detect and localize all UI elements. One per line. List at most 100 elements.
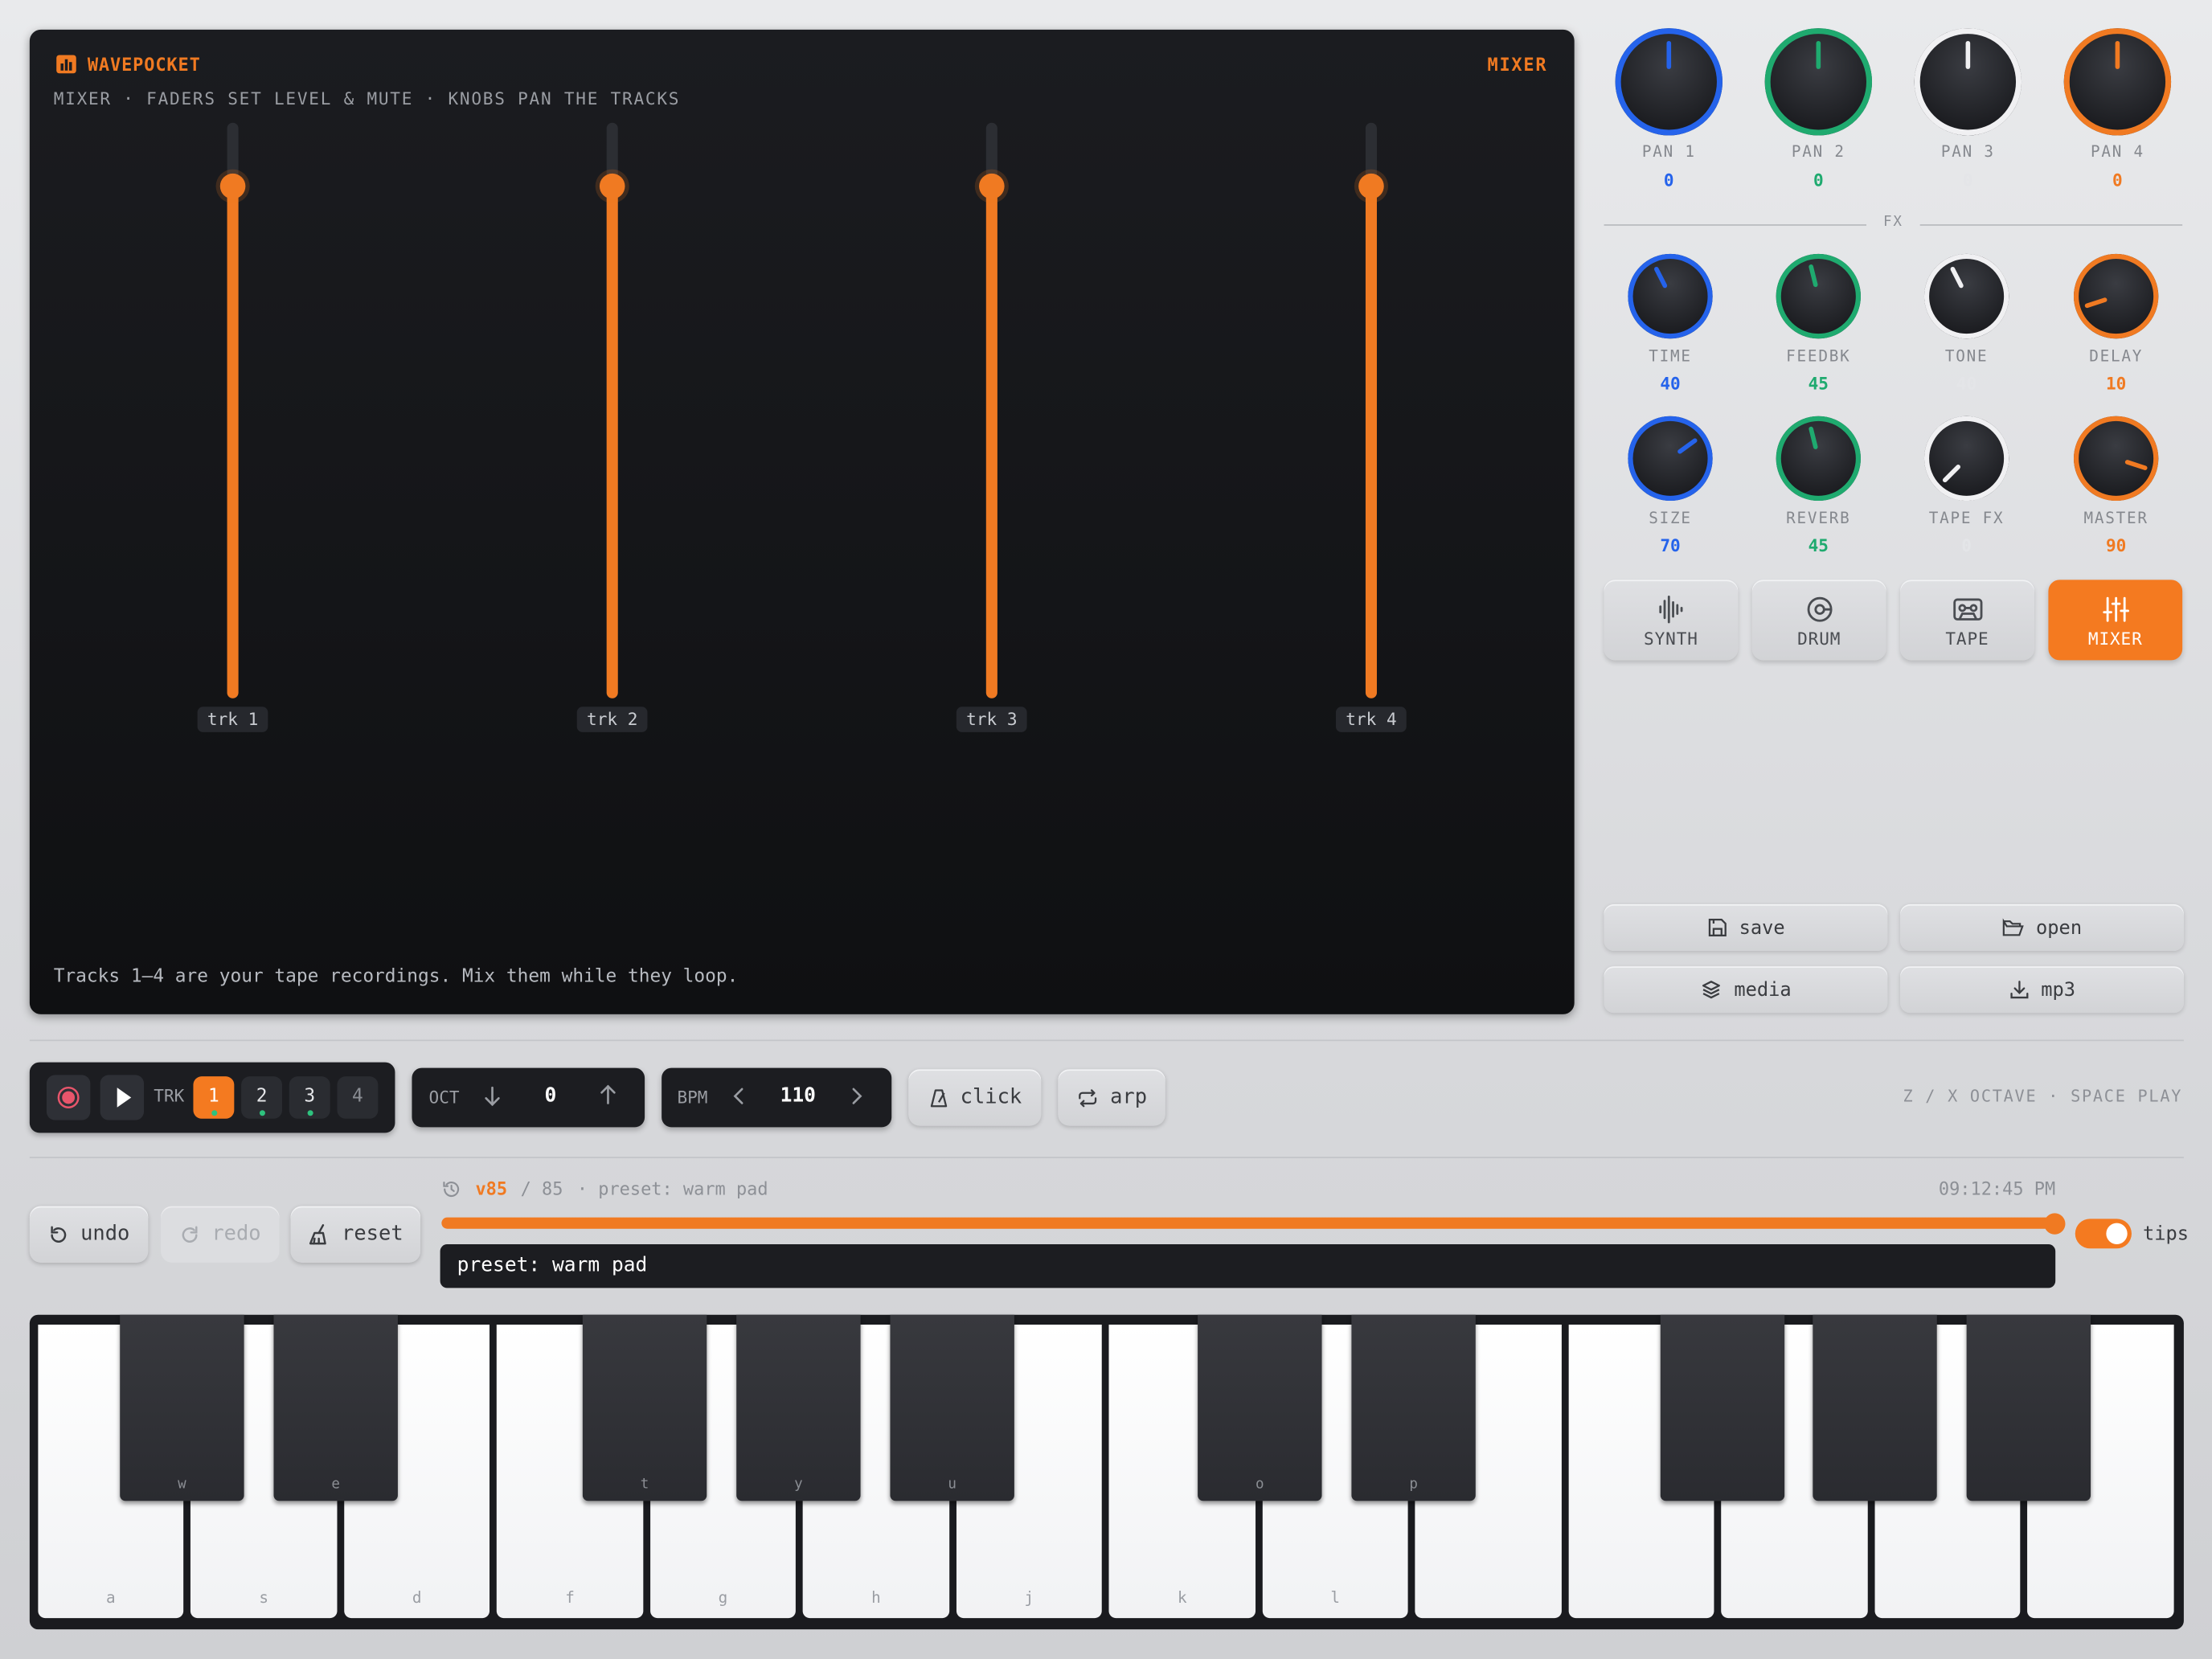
recorded-dot <box>259 1110 265 1116</box>
version-info: v85 / 85 · preset: warm pad 09:12:45 PM <box>441 1178 2055 1201</box>
knob-dial[interactable] <box>1776 416 1861 502</box>
mode-tape-button[interactable]: TAPE <box>1900 580 2034 661</box>
knob-label: TONE <box>1944 346 1989 366</box>
knob-value: 0 <box>2112 170 2123 190</box>
mode-synth-button[interactable]: SYNTH <box>1604 580 1739 661</box>
black-key[interactable]: p <box>1351 1314 1476 1501</box>
mp3-export-button[interactable]: mp3 <box>1900 966 2184 1014</box>
black-key[interactable]: e <box>273 1314 398 1501</box>
knob-label: SIZE <box>1649 509 1692 528</box>
fader-track-3[interactable]: trk 3 <box>956 122 1027 732</box>
app-window: WAVEPOCKET MIXER MIXER · FADERS SET LEVE… <box>0 0 2212 1659</box>
knob-dial[interactable] <box>1615 28 1722 136</box>
reset-button[interactable]: reset <box>290 1206 421 1263</box>
history-thumb[interactable] <box>2044 1213 2066 1235</box>
track-3-button[interactable]: 3 <box>289 1076 330 1119</box>
undo-label: undo <box>80 1223 130 1246</box>
black-key[interactable] <box>1966 1314 2091 1501</box>
fx-label: FX <box>1883 214 1903 231</box>
mode-mixer-button[interactable]: MIXER <box>2048 580 2183 661</box>
tips-label: tips <box>2143 1222 2189 1245</box>
track-2-button[interactable]: 2 <box>241 1076 283 1119</box>
black-key[interactable]: w <box>120 1314 244 1501</box>
reset-label: reset <box>342 1223 403 1246</box>
knob-label: REVERB <box>1786 509 1851 528</box>
history-track <box>441 1217 2056 1229</box>
knob-dial[interactable] <box>1628 416 1713 502</box>
track-label: TRK <box>154 1086 185 1106</box>
play-icon <box>117 1088 132 1108</box>
media-button[interactable]: media <box>1604 966 1888 1014</box>
record-button[interactable] <box>46 1075 91 1120</box>
fader-thumb[interactable] <box>219 173 246 199</box>
fader-thumb[interactable] <box>599 173 625 199</box>
arp-button[interactable]: arp <box>1058 1069 1165 1126</box>
octave-down-button[interactable] <box>481 1085 503 1108</box>
broom-icon <box>309 1224 327 1245</box>
bpm-decrease-button[interactable] <box>729 1085 749 1108</box>
knob-dial[interactable] <box>2074 253 2159 339</box>
knob-value: 45 <box>1808 535 1829 556</box>
mode-drum-button[interactable]: DRUM <box>1751 580 1886 661</box>
knob-dial[interactable] <box>1764 28 1873 136</box>
knob-dial[interactable] <box>1914 28 2022 136</box>
black-key[interactable]: t <box>582 1314 707 1501</box>
play-button[interactable] <box>100 1075 145 1120</box>
brand: WAVEPOCKET <box>56 54 200 75</box>
divider <box>29 1157 2184 1158</box>
knob-label: PAN 3 <box>1940 142 1995 162</box>
track-number: 1 <box>208 1086 219 1108</box>
undo-button[interactable]: undo <box>29 1206 149 1263</box>
bpm-control: BPM 110 <box>662 1067 892 1128</box>
octave-up-button[interactable] <box>596 1083 619 1106</box>
logo-icon <box>56 55 76 74</box>
knob-value: 0 <box>1813 170 1824 190</box>
knob-dial[interactable] <box>2074 416 2159 502</box>
save-icon <box>1708 918 1727 937</box>
record-icon <box>57 1086 80 1108</box>
screen-hint: Tracks 1–4 are your tape recordings. Mix… <box>53 966 739 988</box>
mode-label: MIXER <box>2087 629 2143 649</box>
fx-divider: FX <box>1604 215 2183 230</box>
black-key[interactable]: u <box>890 1314 1014 1501</box>
track-1-button[interactable]: 1 <box>193 1076 235 1119</box>
knob-dial[interactable] <box>1923 253 2009 339</box>
fader-track-2[interactable]: trk 2 <box>576 122 648 732</box>
click-button[interactable]: click <box>908 1069 1042 1126</box>
redo-icon <box>182 1225 198 1243</box>
redo-label: redo <box>211 1223 261 1246</box>
knob-dial[interactable] <box>1628 253 1713 339</box>
fader-thumb[interactable] <box>1358 173 1384 199</box>
knob-label: PAN 1 <box>1641 142 1696 162</box>
fader-track-1[interactable]: trk 1 <box>197 122 268 732</box>
tips-switch[interactable] <box>2075 1219 2132 1249</box>
folder-open-icon <box>2003 918 2025 936</box>
history-slider[interactable] <box>441 1213 2066 1235</box>
track-4-button[interactable]: 4 <box>337 1076 379 1119</box>
media-label: media <box>1734 978 1792 1002</box>
track-number: 3 <box>304 1086 316 1108</box>
octave-value: 0 <box>544 1084 557 1108</box>
knob-value: 40 <box>1956 374 1977 394</box>
knob-dial[interactable] <box>2063 28 2172 136</box>
fader-thumb[interactable] <box>979 173 1005 199</box>
knob-dial[interactable] <box>1923 416 2009 502</box>
fader-track-4[interactable]: trk 4 <box>1335 122 1407 732</box>
history-icon <box>443 1182 460 1198</box>
knob-label: TIME <box>1649 346 1692 366</box>
mode-label: TAPE <box>1945 629 1989 649</box>
black-key[interactable] <box>1813 1314 1937 1501</box>
black-key[interactable] <box>1660 1314 1785 1501</box>
black-key[interactable]: y <box>736 1314 861 1501</box>
tips-toggle[interactable]: tips <box>2075 1219 2189 1249</box>
redo-button[interactable]: redo <box>161 1206 280 1263</box>
black-key[interactable]: o <box>1198 1314 1322 1501</box>
knob-dial[interactable] <box>1776 253 1861 339</box>
knob-value: 0 <box>1963 170 1973 190</box>
open-label: open <box>2036 916 2083 940</box>
open-button[interactable]: open <box>1900 904 2184 951</box>
save-button[interactable]: save <box>1604 904 1888 951</box>
bpm-label: BPM <box>677 1088 708 1108</box>
mode-label: DRUM <box>1797 629 1841 649</box>
bpm-increase-button[interactable] <box>846 1085 866 1108</box>
